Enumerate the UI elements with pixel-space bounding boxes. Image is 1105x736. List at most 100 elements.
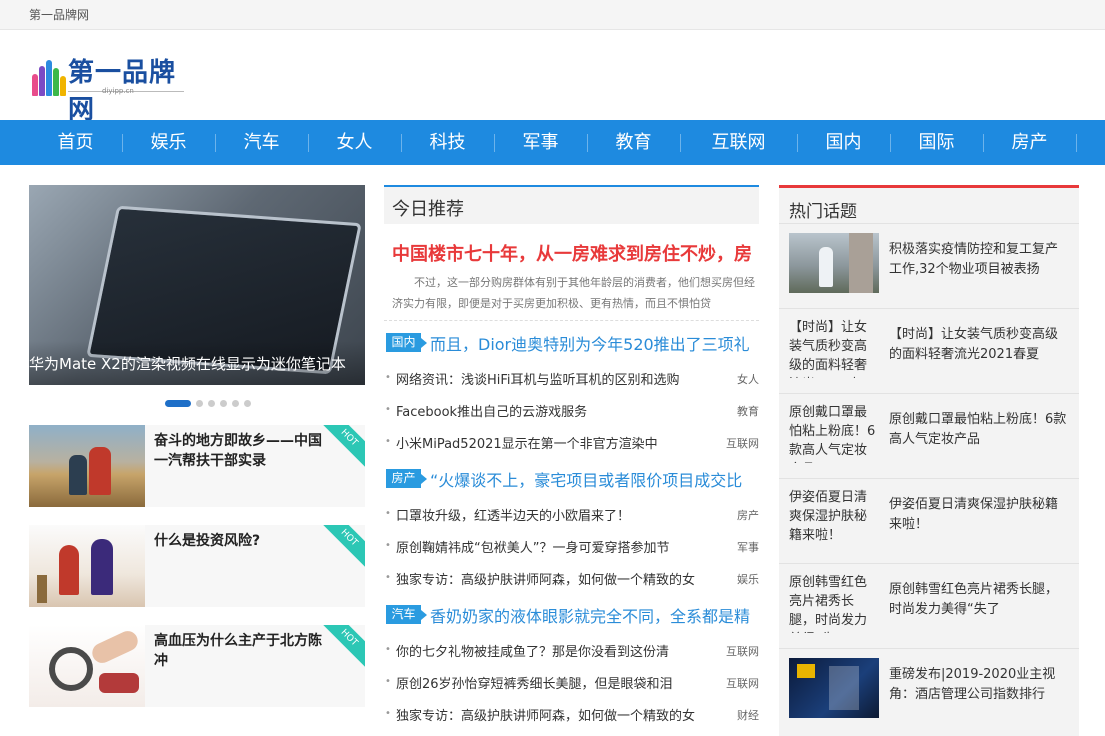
bullet-icon: • xyxy=(385,540,391,551)
list-item-text[interactable]: 网络资讯：浅谈HiFi耳机与监听耳机的区别和选购 xyxy=(396,369,719,388)
section-title[interactable]: “火爆谈不上，豪宅项目或者限价项目成交比 xyxy=(430,467,755,491)
feature-title[interactable]: 奋斗的地方即故乡——中国一汽帮扶干部实录 xyxy=(154,431,332,471)
slider-dot[interactable] xyxy=(208,400,215,407)
hot-topic-text[interactable]: 重磅发布|2019-2020业主视角：酒店管理公司指数排行 xyxy=(889,665,1069,705)
feature-thumbnail[interactable] xyxy=(29,425,145,507)
slider-dot[interactable] xyxy=(196,400,203,407)
feature-card[interactable]: 奋斗的地方即故乡——中国一汽帮扶干部实录 HOT xyxy=(29,425,365,507)
list-item-category[interactable]: 互联网 xyxy=(726,675,759,691)
nav-item-realestate[interactable]: 房产 xyxy=(983,120,1076,165)
slider-caption[interactable]: 华为Mate X2的渲染视频在线显示为迷你笔记本 xyxy=(29,341,365,385)
hot-topic-text[interactable]: 原创韩雪红色亮片裙秀长腿，时尚发力美得“失了 xyxy=(889,580,1069,620)
hot-topic-item[interactable]: 原创韩雪红色亮片裙秀长腿，时尚发力美得“失了 原创韩雪红色亮片裙秀长腿，时尚发力… xyxy=(779,563,1079,648)
hot-topic-item[interactable]: 原创戴口罩最怕粘上粉底！6款高人气定妆产品 原创戴口罩最怕粘上粉底！6款高人气定… xyxy=(779,393,1079,478)
list-item-category[interactable]: 教育 xyxy=(737,403,759,419)
list-item-text[interactable]: 口罩妆升级，红透半边天的小欧眉来了！ xyxy=(396,505,719,524)
list-item-text[interactable]: 小米MiPad52021显示在第一个非官方渲染中 xyxy=(396,433,719,452)
list-item-category[interactable]: 娱乐 xyxy=(737,571,759,587)
list-item-category[interactable]: 女人 xyxy=(737,371,759,387)
feature-title[interactable]: 什么是投资风险? xyxy=(154,531,332,551)
list-item-text[interactable]: 独家专访：高级护肤讲师阿森，如何做一个精致的女 xyxy=(396,705,719,724)
hot-topic-text[interactable]: 原创戴口罩最怕粘上粉底！6款高人气定妆产品 xyxy=(889,410,1069,450)
logo-figures-icon xyxy=(32,56,66,96)
list-item[interactable]: • 网络资讯：浅谈HiFi耳机与监听耳机的区别和选购 女人 xyxy=(384,368,759,388)
bullet-icon: • xyxy=(385,572,391,583)
list-item[interactable]: • 原创鞠婧祎成“包袱美人”？一身可爱穿搭参加节 军事 xyxy=(384,536,759,556)
slider-dot[interactable] xyxy=(232,400,239,407)
section-tag[interactable]: 汽车 xyxy=(386,605,427,624)
nav-item-auto[interactable]: 汽车 xyxy=(215,120,308,165)
hot-topic-text[interactable]: 伊姿佰夏日清爽保湿护肤秘籍来啦！ xyxy=(889,495,1069,535)
today-recommend-header: 今日推荐 xyxy=(384,185,759,224)
site-name: 第一品牌网 xyxy=(29,8,90,22)
list-item-text[interactable]: 你的七夕礼物被挂咸鱼了？那是你没看到这份清 xyxy=(396,641,719,660)
hot-topic-image-alt[interactable]: 伊姿佰夏日清爽保湿护肤秘籍来啦！ xyxy=(789,488,879,548)
list-item[interactable]: • 小米MiPad52021显示在第一个非官方渲染中 互联网 xyxy=(384,432,759,452)
featured-slider[interactable]: 华为Mate X2的渲染视频在线显示为迷你笔记本 xyxy=(29,185,365,385)
hot-topic-image-alt[interactable]: 原创韩雪红色亮片裙秀长腿，时尚发力美得“失了 xyxy=(789,573,879,633)
list-item-category[interactable]: 房产 xyxy=(737,507,759,523)
bullet-icon: • xyxy=(385,708,391,719)
hot-topic-item[interactable]: 重磅发布|2019-2020业主视角：酒店管理公司指数排行 xyxy=(779,648,1079,733)
hot-topic-text[interactable]: 【时尚】让女装气质秒变高级的面料轻奢流光2021春夏 xyxy=(889,325,1069,365)
hot-topic-image-alt[interactable]: 【时尚】让女装气质秒变高级的面料轻奢流光2021春 xyxy=(789,318,879,378)
slider-dot-active[interactable] xyxy=(165,400,191,407)
nav-item-international[interactable]: 国际 xyxy=(890,120,983,165)
headline-summary: 不过，这一部分购房群体有别于其他年龄层的消费者，他们想买房但经济实力有限，即便是… xyxy=(392,276,755,310)
dashed-divider xyxy=(384,320,759,321)
feature-thumbnail[interactable] xyxy=(29,525,145,607)
list-item[interactable]: • Facebook推出自己的云游戏服务 教育 xyxy=(384,400,759,420)
slider-dot[interactable] xyxy=(220,400,227,407)
list-item-category[interactable]: 军事 xyxy=(737,539,759,555)
section-header[interactable]: 房产 “火爆谈不上，豪宅项目或者限价项目成交比 xyxy=(384,467,759,491)
hot-topic-thumbnail[interactable] xyxy=(789,658,879,718)
top-headline[interactable]: 中国楼市七十年，从一房难求到房住不炒，房 xyxy=(392,240,759,266)
hot-topic-item[interactable]: 【时尚】让女装气质秒变高级的面料轻奢流光2021春 【时尚】让女装气质秒变高级的… xyxy=(779,308,1079,393)
hot-topic-item[interactable]: 伊姿佰夏日清爽保湿护肤秘籍来啦！ 伊姿佰夏日清爽保湿护肤秘籍来啦！ xyxy=(779,478,1079,563)
nav-item-tech[interactable]: 科技 xyxy=(401,120,494,165)
list-item[interactable]: • 原创26岁孙怡穿短裤秀细长美腿，但是眼袋和泪 互联网 xyxy=(384,672,759,692)
feature-title[interactable]: 高血压为什么主产于北方陈冲 xyxy=(154,631,332,671)
nav-item-home[interactable]: 首页 xyxy=(29,120,122,165)
list-item[interactable]: • 独家专访：高级护肤讲师阿森，如何做一个精致的女 娱乐 xyxy=(384,568,759,588)
site-logo[interactable]: 第一品牌网 diyipp.cn xyxy=(32,52,192,125)
section-header[interactable]: 汽车 香奶奶家的液体眼影就完全不同，全系都是精 xyxy=(384,603,759,627)
hot-topics: 热门话题 积极落实疫情防控和复工复产工作,32个物业项目被表扬 【时尚】让女装气… xyxy=(779,185,1079,736)
section-tag[interactable]: 房产 xyxy=(386,469,427,488)
logo-domain: diyipp.cn xyxy=(102,87,134,95)
nav-item-military[interactable]: 军事 xyxy=(494,120,587,165)
bullet-icon: • xyxy=(385,404,391,415)
hot-topic-item[interactable]: 积极落实疫情防控和复工复产工作,32个物业项目被表扬 xyxy=(779,223,1079,308)
header-underline xyxy=(384,185,470,187)
list-item-text[interactable]: 独家专访：高级护肤讲师阿森，如何做一个精致的女 xyxy=(396,569,719,588)
list-item-category[interactable]: 互联网 xyxy=(726,435,759,451)
today-recommend-title: 今日推荐 xyxy=(392,199,464,220)
list-item-text[interactable]: 原创鞠婧祎成“包袱美人”？一身可爱穿搭参加节 xyxy=(396,537,719,556)
nav-item-domestic[interactable]: 国内 xyxy=(797,120,890,165)
list-item-category[interactable]: 财经 xyxy=(737,707,759,723)
list-item-category[interactable]: 互联网 xyxy=(726,643,759,659)
hot-topic-thumbnail[interactable] xyxy=(789,233,879,293)
feature-card[interactable]: 什么是投资风险? HOT xyxy=(29,525,365,607)
list-item-text[interactable]: 原创26岁孙怡穿短裤秀细长美腿，但是眼袋和泪 xyxy=(396,673,719,692)
section-tag[interactable]: 国内 xyxy=(386,333,427,352)
bullet-icon: • xyxy=(385,436,391,447)
section-title[interactable]: 香奶奶家的液体眼影就完全不同，全系都是精 xyxy=(430,603,755,627)
feature-thumbnail[interactable] xyxy=(29,625,145,707)
nav-item-women[interactable]: 女人 xyxy=(308,120,401,165)
bullet-icon: • xyxy=(385,644,391,655)
list-item[interactable]: • 口罩妆升级，红透半边天的小欧眉来了！ 房产 xyxy=(384,504,759,524)
section-title[interactable]: 而且，Dior迪奥特别为今年520推出了三项礼 xyxy=(430,331,755,355)
feature-card[interactable]: 高血压为什么主产于北方陈冲 HOT xyxy=(29,625,365,707)
list-item-text[interactable]: Facebook推出自己的云游戏服务 xyxy=(396,401,719,420)
nav-item-internet[interactable]: 互联网 xyxy=(680,120,797,165)
hot-topic-text[interactable]: 积极落实疫情防控和复工复产工作,32个物业项目被表扬 xyxy=(889,240,1069,280)
list-item[interactable]: • 独家专访：高级护肤讲师阿森，如何做一个精致的女 财经 xyxy=(384,704,759,724)
section-header[interactable]: 国内 而且，Dior迪奥特别为今年520推出了三项礼 xyxy=(384,331,759,355)
nav-item-education[interactable]: 教育 xyxy=(587,120,680,165)
slider-dot[interactable] xyxy=(244,400,251,407)
nav-item-entertainment[interactable]: 娱乐 xyxy=(122,120,215,165)
hot-topics-accent xyxy=(779,185,1079,188)
list-item[interactable]: • 你的七夕礼物被挂咸鱼了？那是你没看到这份清 互联网 xyxy=(384,640,759,660)
hot-topic-image-alt[interactable]: 原创戴口罩最怕粘上粉底！6款高人气定妆产品 xyxy=(789,403,879,463)
